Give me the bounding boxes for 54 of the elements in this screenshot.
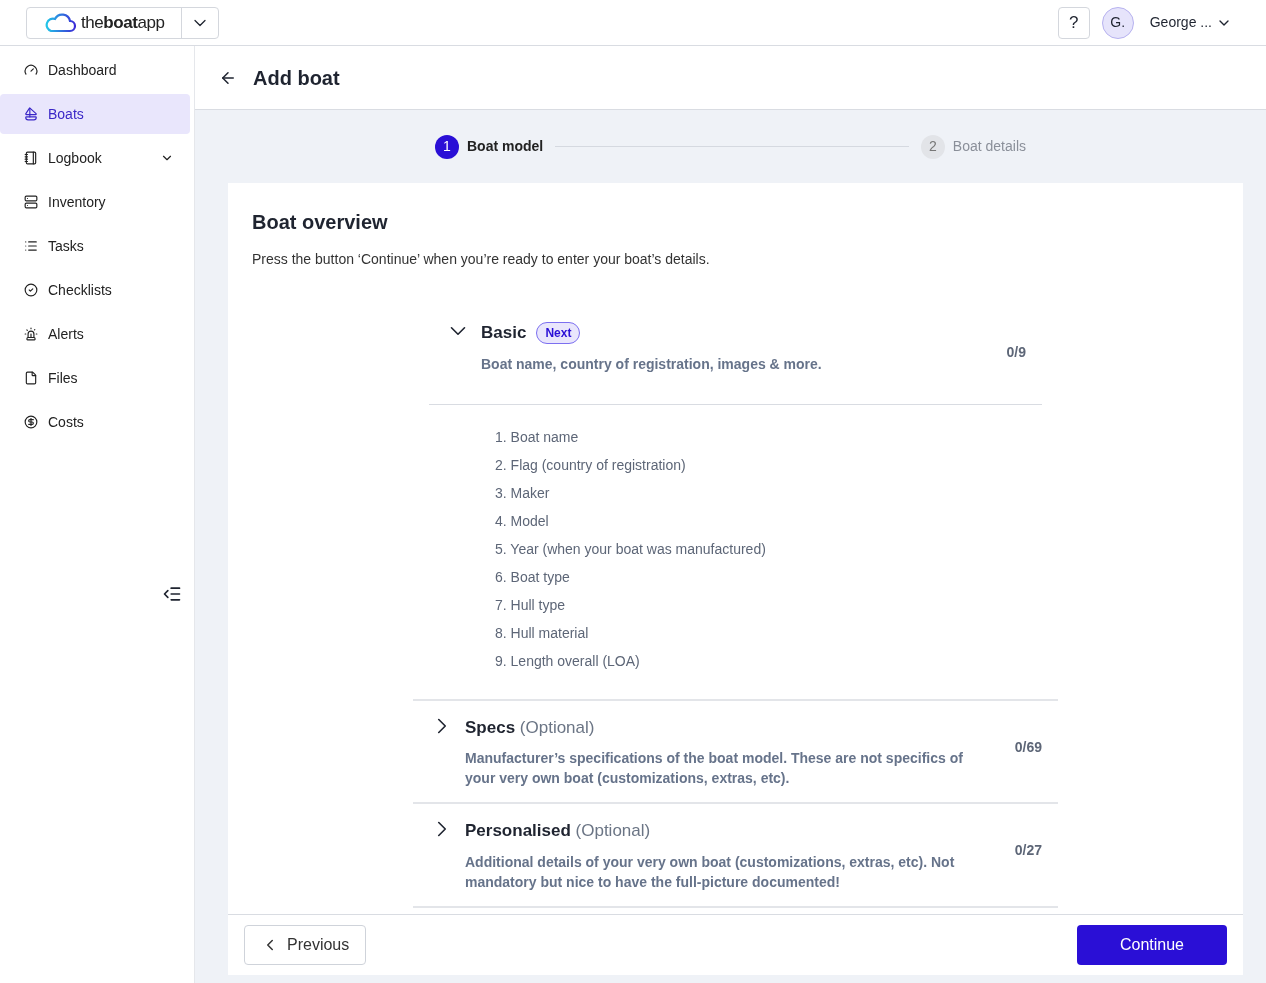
continue-button[interactable]: Continue: [1077, 925, 1227, 965]
field-list-item: 4. Model: [495, 511, 550, 531]
sidebar-item[interactable]: Checklists: [0, 270, 190, 310]
user-avatar[interactable]: G.: [1101, 6, 1134, 39]
progress-count: 0/27: [1014, 841, 1042, 860]
sidebar-item[interactable]: Alerts: [0, 314, 190, 354]
sidebar-item[interactable]: Inventory: [0, 182, 190, 222]
field-list-item: 2. Flag (country of registration): [495, 455, 687, 475]
app-logo-text: theboatapp: [81, 11, 165, 34]
sidebar-item[interactable]: Logbook: [0, 138, 190, 178]
progress-count: 0/69: [1014, 737, 1042, 757]
accordion-header[interactable]: Specs (Optional) Manufacturer’s specifications of the boat model. These are not specifics of your very own boat (customizations, extras, etc). 0/69: [413, 714, 1058, 788]
sidebar-item[interactable]: Costs: [0, 402, 190, 442]
section-description: Boat name, country of registration, images & more.: [481, 354, 823, 374]
previous-button[interactable]: Previous: [244, 925, 367, 965]
section-title: Personalised (Optional): [465, 820, 651, 842]
sidebar-item[interactable]: Dashboard: [0, 50, 190, 90]
dollar-circle-icon: [24, 415, 38, 429]
sidebar-item[interactable]: Tasks: [0, 226, 190, 266]
field-list-item: 9. Length overall (LOA): [495, 651, 641, 671]
page-title: Add boat: [253, 65, 340, 91]
card-title: Boat overview: [252, 210, 389, 235]
list-icon: [24, 239, 38, 253]
field-list-item: 5. Year (when your boat was manufactured): [495, 539, 767, 559]
section-description: Manufacturer’s specifications of the boat model. These are not specifics of your very own boat (customizations, extras, etc).: [465, 749, 964, 788]
field-list-item: 7. Hull type: [495, 595, 567, 615]
next-badge: Next: [536, 321, 581, 344]
field-list-item: 3. Maker: [495, 483, 551, 503]
accordion-header[interactable]: Basic Next Boat name, country of registration, images & more. 0/9: [429, 320, 1042, 405]
sidebar-item[interactable]: Files: [0, 358, 190, 398]
stepper-step: 1 Boat model: [435, 134, 544, 159]
gauge-icon: [24, 63, 38, 77]
section-title: Specs (Optional): [465, 716, 595, 739]
section-title: Basic: [481, 322, 527, 344]
cabinet-icon: [24, 195, 38, 209]
stepper-step: 2 Boat details: [920, 134, 1026, 159]
collapse-sidebar-icon[interactable]: [162, 584, 182, 604]
notebook-icon: [24, 151, 38, 165]
check-circle-icon: [24, 283, 38, 297]
cloud-logo-icon: [43, 12, 77, 33]
siren-icon: [24, 327, 38, 341]
intro-text: Press the button ‘Continue’ when you’re ready to enter your boat’s details.: [252, 250, 711, 269]
app-switcher[interactable]: theboatapp: [26, 6, 219, 39]
user-menu[interactable]: George ...: [1149, 12, 1232, 33]
file-icon: [24, 371, 38, 385]
progress-count: 0/9: [1006, 343, 1026, 362]
section-description: Additional details of your very own boat (customizations, extras, etc). Not mandatory but nice to have the full-picture documented!: [465, 852, 956, 892]
field-list-item: 1. Boat name: [495, 427, 580, 447]
sailboat-icon: [24, 107, 38, 121]
help-button[interactable]: ?: [1057, 6, 1090, 39]
field-list-item: 8. Hull material: [495, 623, 590, 643]
field-list-item: 6. Boat type: [495, 567, 571, 587]
accordion-header[interactable]: Personalised (Optional) Additional details of your very own boat (customizations, extras, etc). Not mandatory but nice to have the full-picture documented! 0/27: [413, 818, 1058, 892]
sidebar-item[interactable]: Boats: [0, 94, 190, 134]
